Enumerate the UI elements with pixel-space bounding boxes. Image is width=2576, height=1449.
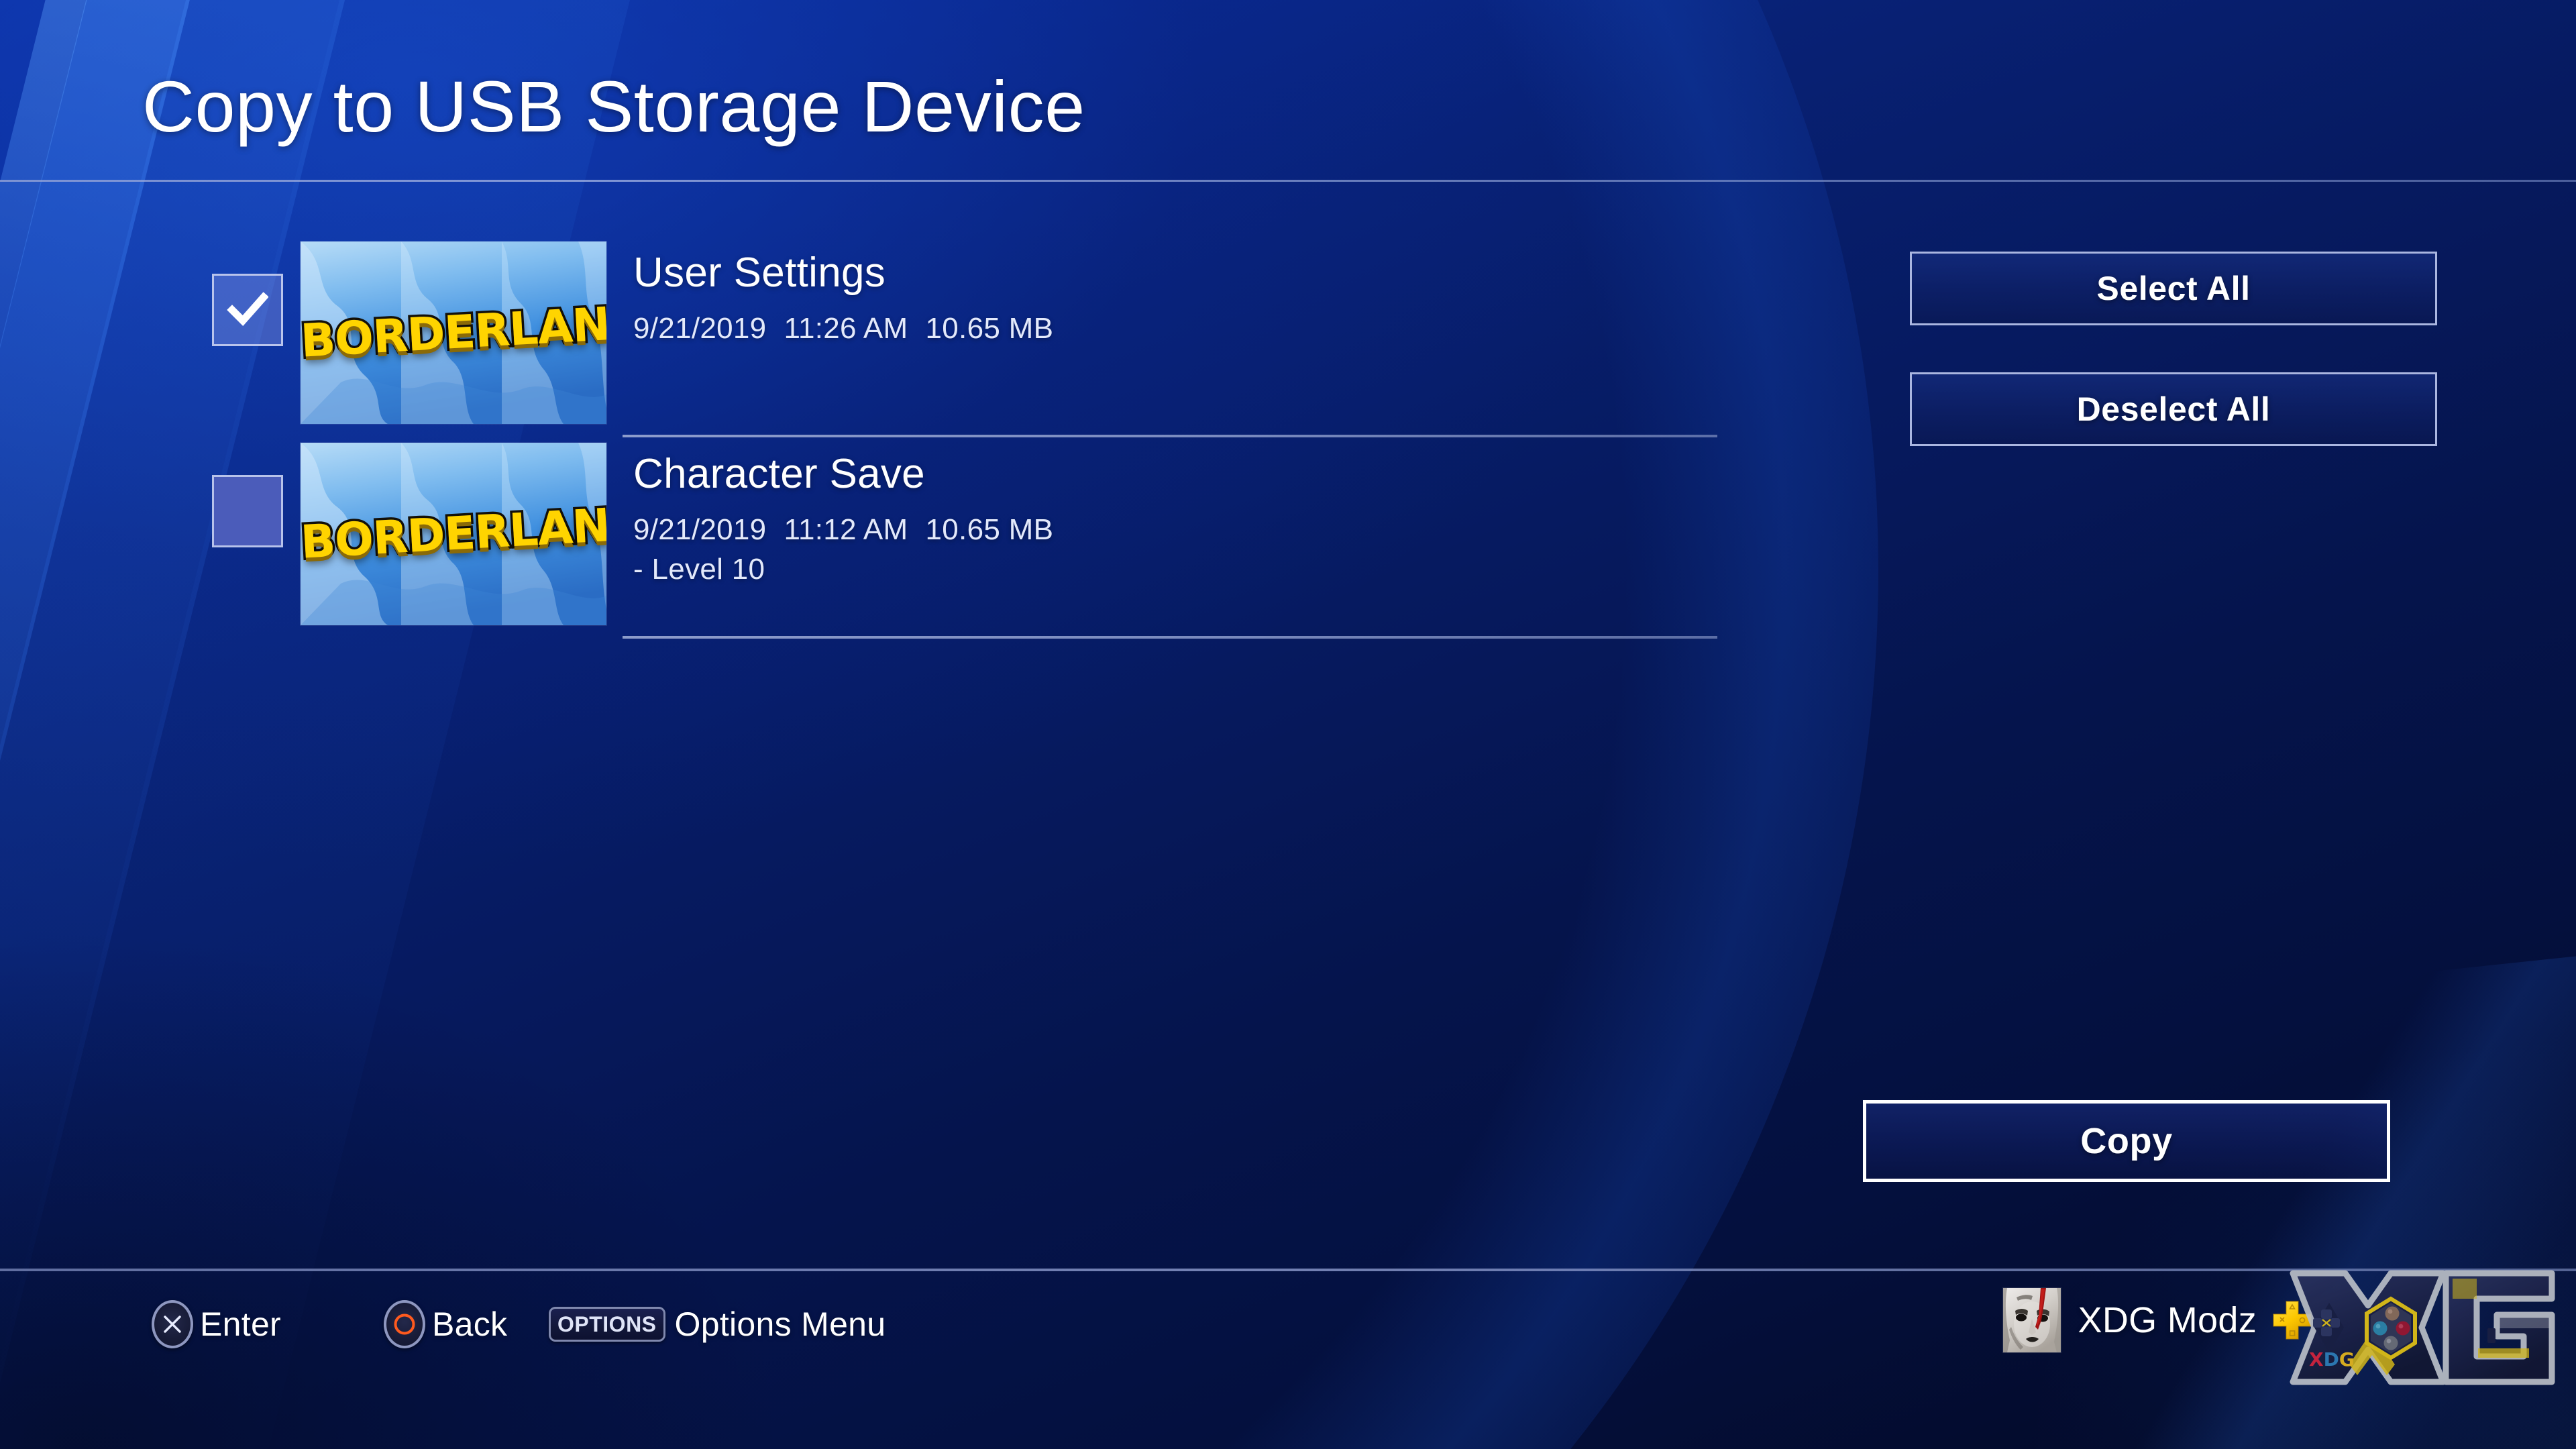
row-divider <box>623 636 1717 639</box>
header: Copy to USB Storage Device <box>0 0 2576 182</box>
hint-back-label: Back <box>432 1305 508 1343</box>
save-checkbox-0[interactable] <box>212 274 283 346</box>
copy-button[interactable]: Copy <box>1863 1100 2390 1182</box>
save-data-list: BORDERLANDS3 User Settings 9/21/2019 11:2… <box>0 236 1758 639</box>
save-time: 11:26 AM <box>784 312 908 345</box>
options-button-icon: OPTIONS <box>549 1307 665 1342</box>
deselect-all-button[interactable]: Deselect All <box>1910 372 2437 446</box>
save-details: 9/21/2019 11:26 AM 10.65 MB <box>633 310 1720 347</box>
save-time: 11:12 AM <box>784 513 908 546</box>
check-icon <box>227 292 268 327</box>
circle-button-icon <box>384 1300 425 1348</box>
save-size: 10.65 MB <box>925 312 1054 345</box>
save-meta-1: Character Save 9/21/2019 11:12 AM 10.65 MB… <box>633 453 1720 586</box>
hint-options-menu[interactable]: OPTIONS Options Menu <box>549 1295 885 1353</box>
background-streak-3 <box>0 0 220 1449</box>
save-title: User Settings <box>633 250 886 296</box>
save-date: 9/21/2019 <box>633 312 767 345</box>
save-thumbnail-0: BORDERLANDS3 <box>301 241 606 424</box>
background-streak-1 <box>0 0 321 1449</box>
hint-back[interactable]: Back <box>384 1295 507 1353</box>
background-streak-4 <box>0 0 755 1449</box>
hint-enter-label: Enter <box>200 1305 282 1343</box>
select-all-button[interactable]: Select All <box>1910 252 2437 325</box>
hint-enter[interactable]: Enter <box>152 1295 281 1353</box>
background-decoration <box>0 0 2576 1449</box>
hint-options-label: Options Menu <box>674 1305 886 1343</box>
cross-button-icon <box>152 1300 193 1348</box>
background-curve-glow <box>0 0 1878 1449</box>
page-title: Copy to USB Storage Device <box>142 66 1085 147</box>
user-name: XDG Modz <box>2078 1300 2257 1340</box>
save-extra-info: - Level 10 <box>633 553 765 586</box>
kratos-avatar-icon <box>2002 1288 2061 1352</box>
ps4-copy-to-usb-screen: Copy to USB Storage Device BORDERLANDS U… <box>0 0 2576 1449</box>
user-profile[interactable]: XDG Modz <box>2002 1288 2313 1352</box>
save-title: Character Save <box>633 451 925 497</box>
xdg-modz-logo: XDG <box>2290 1270 2555 1385</box>
save-size: 10.65 MB <box>925 513 1054 546</box>
header-divider <box>0 180 2576 182</box>
save-thumbnail-1: BORDERLANDS3 <box>301 443 606 625</box>
background-streak-2 <box>0 0 474 1449</box>
svg-text:XDG: XDG <box>2309 1348 2355 1371</box>
avatar <box>2002 1288 2061 1352</box>
table-row[interactable]: BORDERLANDS3 User Settings 9/21/2019 11:2… <box>0 236 1758 437</box>
table-row[interactable]: BORDERLANDS3 Character Save 9/21/2019 11:… <box>0 437 1758 639</box>
background-vignette <box>0 0 2576 1449</box>
save-meta-0: User Settings 9/21/2019 11:26 AM 10.65 MB <box>633 252 1720 347</box>
save-checkbox-1[interactable] <box>212 475 283 547</box>
save-date: 9/21/2019 <box>633 513 767 546</box>
save-details: 9/21/2019 11:12 AM 10.65 MB <box>633 511 1720 549</box>
